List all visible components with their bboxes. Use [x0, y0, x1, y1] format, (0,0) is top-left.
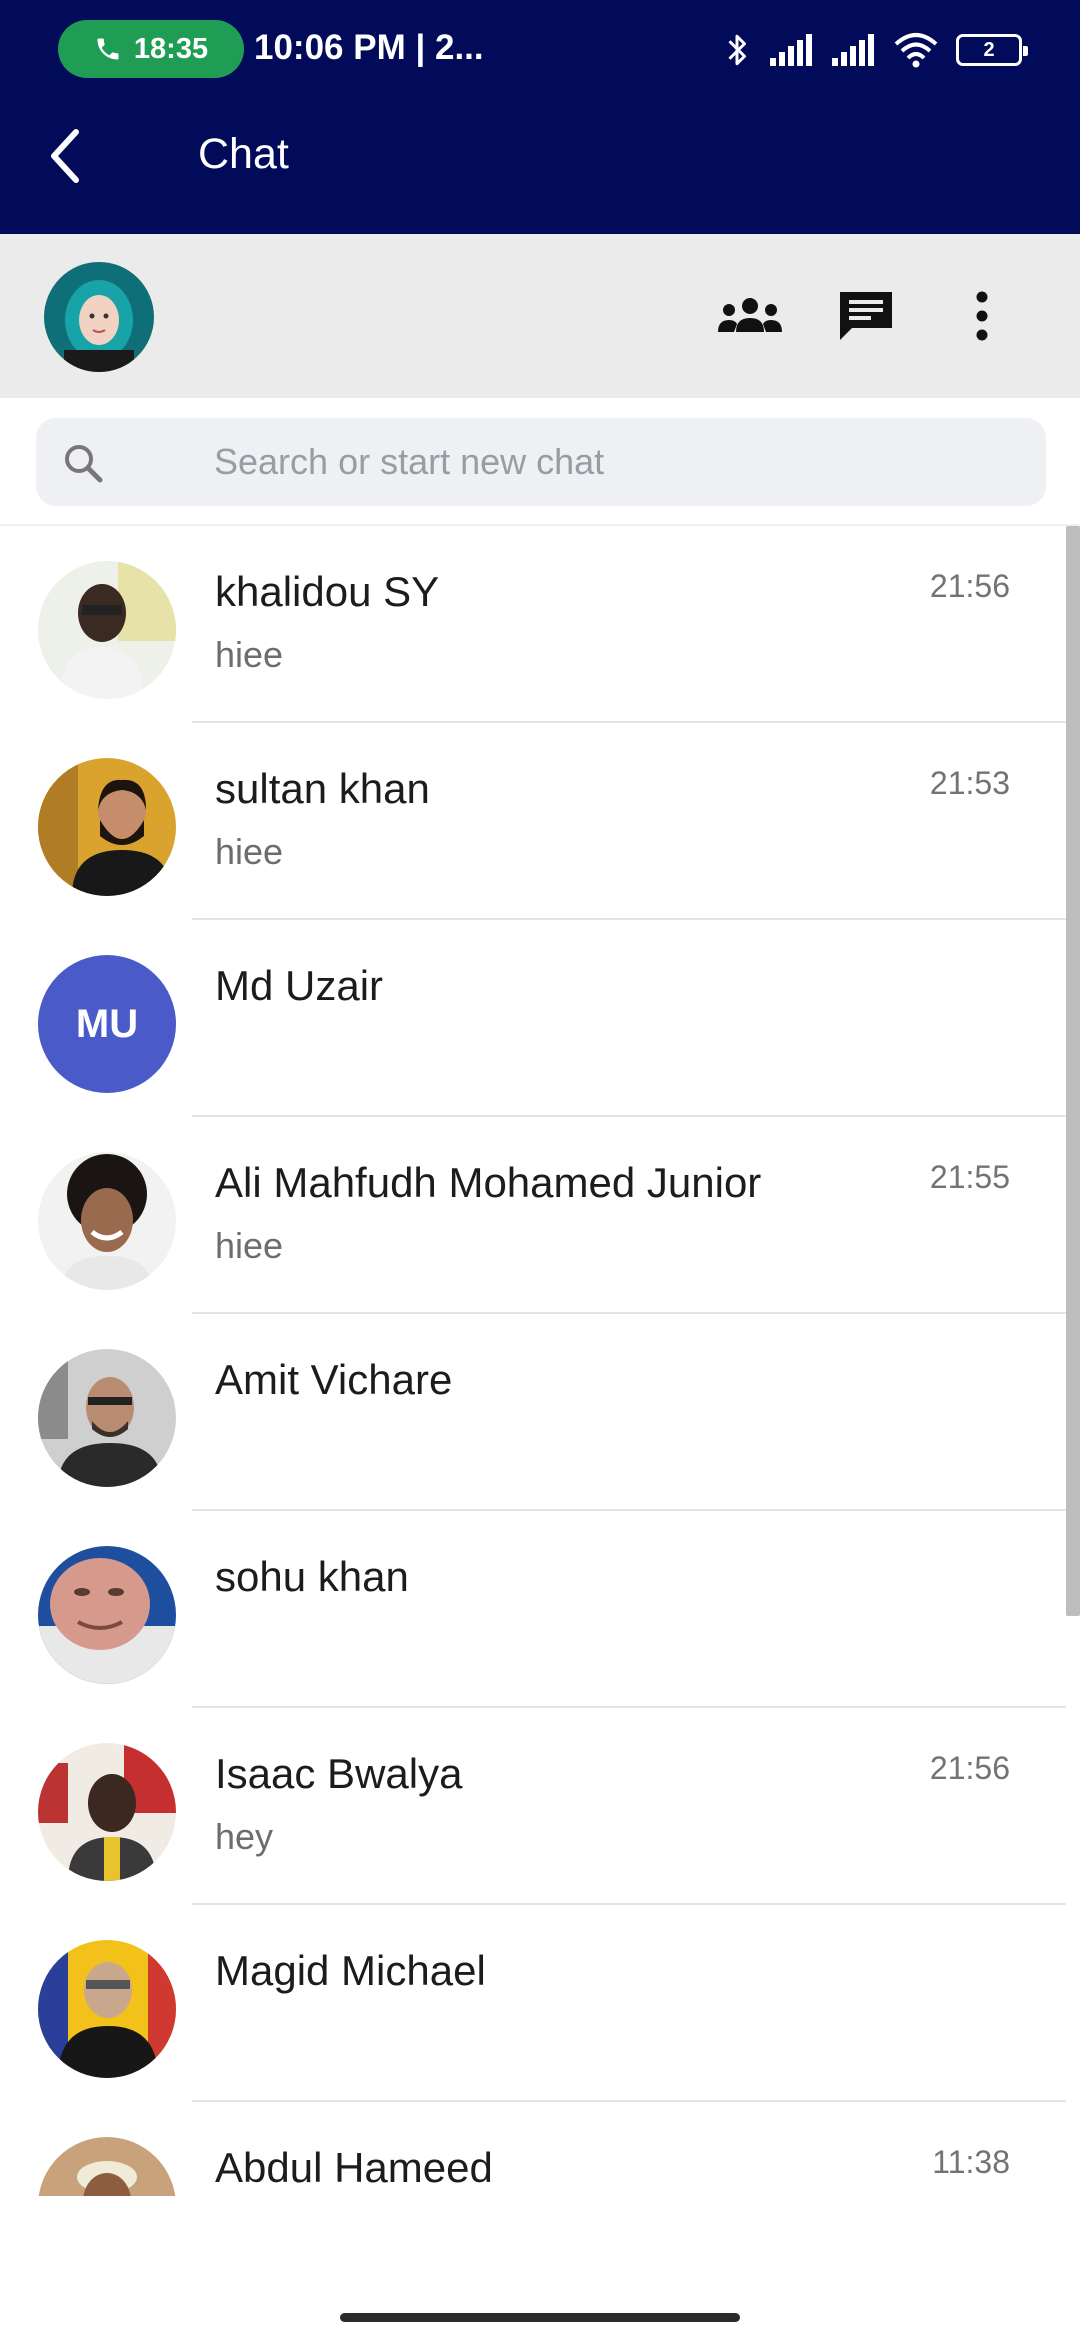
avatar	[38, 1940, 176, 2078]
scrollbar[interactable]	[1066, 526, 1080, 1616]
chat-name: Md Uzair	[215, 962, 384, 1009]
chat-row[interactable]: Amit Vichare	[0, 1314, 1066, 1511]
status-icons: 2	[722, 28, 1028, 72]
chat-name: Magid Michael	[215, 1947, 486, 1994]
chat-row[interactable]: sohu khan	[0, 1511, 1066, 1708]
home-indicator[interactable]	[340, 2313, 740, 2322]
search-icon	[65, 445, 103, 483]
avatar	[38, 1546, 176, 1684]
chat-name: Amit Vichare	[215, 1356, 453, 1403]
more-vert-icon	[976, 291, 988, 341]
battery-icon: 2	[956, 34, 1028, 66]
chat-row[interactable]: MU Md Uzair	[0, 920, 1066, 1117]
chat-last-message: hiee	[215, 1225, 284, 1266]
chat-name: Ali Mahfudh Mohamed Junior	[215, 1159, 762, 1206]
phone-icon	[97, 38, 119, 60]
chat-name: khalidou SY	[215, 568, 440, 615]
chat-header	[0, 234, 1080, 398]
chat-time: 21:56	[929, 568, 1010, 604]
chat-name: Isaac Bwalya	[215, 1750, 463, 1797]
avatar	[38, 561, 176, 699]
more-options-button[interactable]	[938, 272, 1026, 360]
avatar: MU	[38, 955, 176, 1093]
signal-icon	[770, 34, 812, 66]
call-timer: 18:35	[133, 32, 209, 65]
chat-time: 21:53	[929, 765, 1010, 801]
chat-row[interactable]: Magid Michael	[0, 1905, 1066, 2102]
chat-time: 21:56	[929, 1750, 1010, 1786]
avatar	[38, 2137, 176, 2196]
back-button[interactable]	[36, 118, 96, 194]
new-chat-button[interactable]	[822, 272, 910, 360]
group-icon	[718, 298, 782, 332]
status-bar: 18:35 10:06 PM | 2... 2	[0, 0, 1080, 100]
avatar[interactable]	[44, 262, 154, 372]
chat-last-message: hey	[215, 1816, 274, 1857]
chat-time: 11:38	[932, 2144, 1010, 2180]
chat-row[interactable]: Isaac Bwalya hey 21:56	[0, 1708, 1066, 1905]
new-chat-icon	[840, 292, 892, 340]
battery-level: 2	[983, 38, 995, 61]
page-title: Chat	[198, 130, 289, 178]
status-time: 10:06 PM | 2...	[254, 28, 484, 67]
chat-name: Abdul Hameed	[215, 2144, 493, 2191]
chat-name: sultan khan	[215, 765, 430, 812]
avatar	[38, 1743, 176, 1881]
chevron-left-icon	[51, 129, 79, 183]
wifi-icon	[894, 33, 938, 68]
bluetooth-icon	[728, 34, 746, 66]
chat-last-message: hiee	[215, 831, 284, 872]
chat-name: sohu khan	[215, 1553, 409, 1600]
search-bar[interactable]	[36, 418, 1046, 506]
chat-last-message: hiee	[215, 634, 284, 675]
search-input[interactable]	[214, 418, 1014, 506]
chat-time: 21:55	[929, 1159, 1010, 1195]
avatar	[38, 1349, 176, 1487]
avatar	[38, 758, 176, 896]
group-button[interactable]	[706, 272, 794, 360]
chat-row[interactable]: Abdul Hameed 11:38	[0, 2102, 1066, 2196]
signal-icon	[832, 34, 874, 66]
chat-row[interactable]: khalidou SY hiee 21:56	[0, 526, 1066, 723]
app-bar: 18:35 10:06 PM | 2... 2 Chat	[0, 0, 1080, 234]
chat-list[interactable]: khalidou SY hiee 21:56 sultan khan hiee …	[0, 526, 1066, 2196]
ongoing-call-pill[interactable]: 18:35	[58, 20, 244, 78]
chat-row[interactable]: sultan khan hiee 21:53	[0, 723, 1066, 920]
chat-row[interactable]: Ali Mahfudh Mohamed Junior hiee 21:55	[0, 1117, 1066, 1314]
avatar	[38, 1152, 176, 1290]
